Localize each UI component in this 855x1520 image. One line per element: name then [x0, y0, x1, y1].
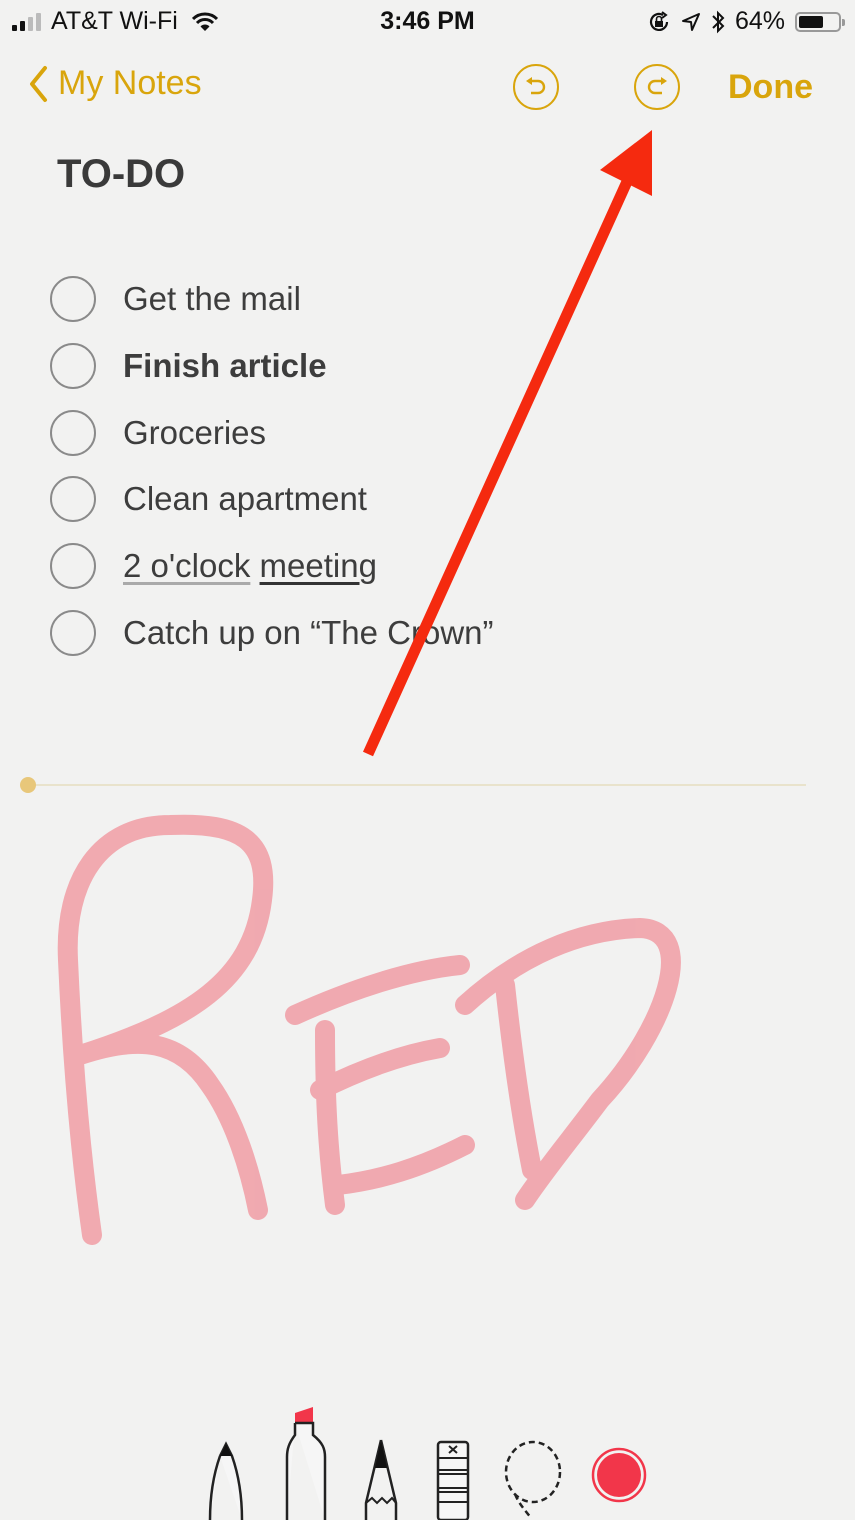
- arrow-head: [600, 130, 652, 196]
- color-swatch-icon: [591, 1447, 647, 1503]
- lasso-tool[interactable]: [503, 1438, 563, 1520]
- ink-stroke-d-stem: [495, 975, 542, 1180]
- rotation-lock-icon: [649, 10, 669, 31]
- redo-button[interactable]: [634, 64, 680, 110]
- meeting-link[interactable]: meeting: [260, 547, 377, 584]
- checkbox[interactable]: [50, 543, 96, 590]
- done-button[interactable]: Done: [728, 68, 813, 107]
- nav-bar: My Notes Done: [0, 56, 855, 120]
- marker-icon: [285, 1421, 327, 1520]
- time-link[interactable]: 2 o'clock: [123, 547, 250, 584]
- checklist-item: Finish article: [50, 333, 494, 400]
- location-icon: [681, 12, 700, 31]
- checkbox[interactable]: [50, 476, 96, 523]
- checklist-item: Get the mail: [50, 266, 494, 333]
- ink-stroke-r: [57, 814, 274, 1245]
- back-button[interactable]: My Notes: [28, 64, 202, 103]
- ink-stroke-e-spine: [315, 1020, 345, 1215]
- undo-icon: [526, 77, 546, 95]
- ink-stroke-e-top: [285, 955, 470, 1025]
- checklist-item: Groceries: [50, 399, 494, 466]
- redo-icon: [647, 77, 667, 95]
- checklist-item: Catch up on “The Crown”: [50, 599, 494, 666]
- eraser-icon: [436, 1440, 470, 1520]
- lasso-icon: [504, 1440, 562, 1519]
- drawing-toolbar: [0, 1400, 855, 1520]
- item-text[interactable]: 2 o'clock meeting: [123, 547, 377, 585]
- battery-icon: [795, 11, 845, 32]
- checkbox[interactable]: [50, 343, 96, 390]
- handwritten-drawing[interactable]: [0, 0, 855, 1520]
- ink-stroke-e-mid: [310, 1038, 450, 1100]
- note-title[interactable]: TO-DO: [57, 152, 185, 197]
- pen-tool[interactable]: [206, 1438, 246, 1520]
- checklist-item: Clean apartment: [50, 466, 494, 533]
- chevron-left-icon: [30, 65, 47, 102]
- item-text[interactable]: Clean apartment: [123, 480, 367, 518]
- battery-percent: 64%: [734, 7, 785, 35]
- marker-tool[interactable]: [283, 1405, 329, 1520]
- status-bar: AT&T Wi-Fi 3:46 PM 64%: [0, 0, 855, 44]
- drawing-resize-handle[interactable]: [20, 777, 36, 793]
- item-text[interactable]: Catch up on “The Crown”: [123, 614, 494, 652]
- pencil-tool[interactable]: [362, 1438, 400, 1520]
- eraser-tool[interactable]: [436, 1440, 470, 1520]
- checkbox[interactable]: [50, 276, 96, 323]
- checklist-item: 2 o'clock meeting: [50, 533, 494, 600]
- checkbox[interactable]: [50, 409, 96, 456]
- checkbox[interactable]: [50, 609, 96, 656]
- drawing-divider: [36, 784, 806, 786]
- checklist: Get the mail Finish article Groceries Cl…: [50, 266, 494, 666]
- item-text[interactable]: Get the mail: [123, 280, 301, 318]
- item-text[interactable]: Finish article: [123, 347, 327, 385]
- ink-stroke-d-bowl: [455, 918, 681, 1210]
- color-picker[interactable]: [590, 1446, 648, 1504]
- annotation-arrow: [362, 130, 652, 757]
- back-label: My Notes: [58, 64, 202, 102]
- item-text-space: [250, 547, 259, 584]
- bluetooth-icon: [712, 10, 725, 33]
- ink-stroke-e-bottom: [328, 1135, 475, 1195]
- undo-button[interactable]: [513, 64, 559, 110]
- item-text[interactable]: Groceries: [123, 414, 266, 452]
